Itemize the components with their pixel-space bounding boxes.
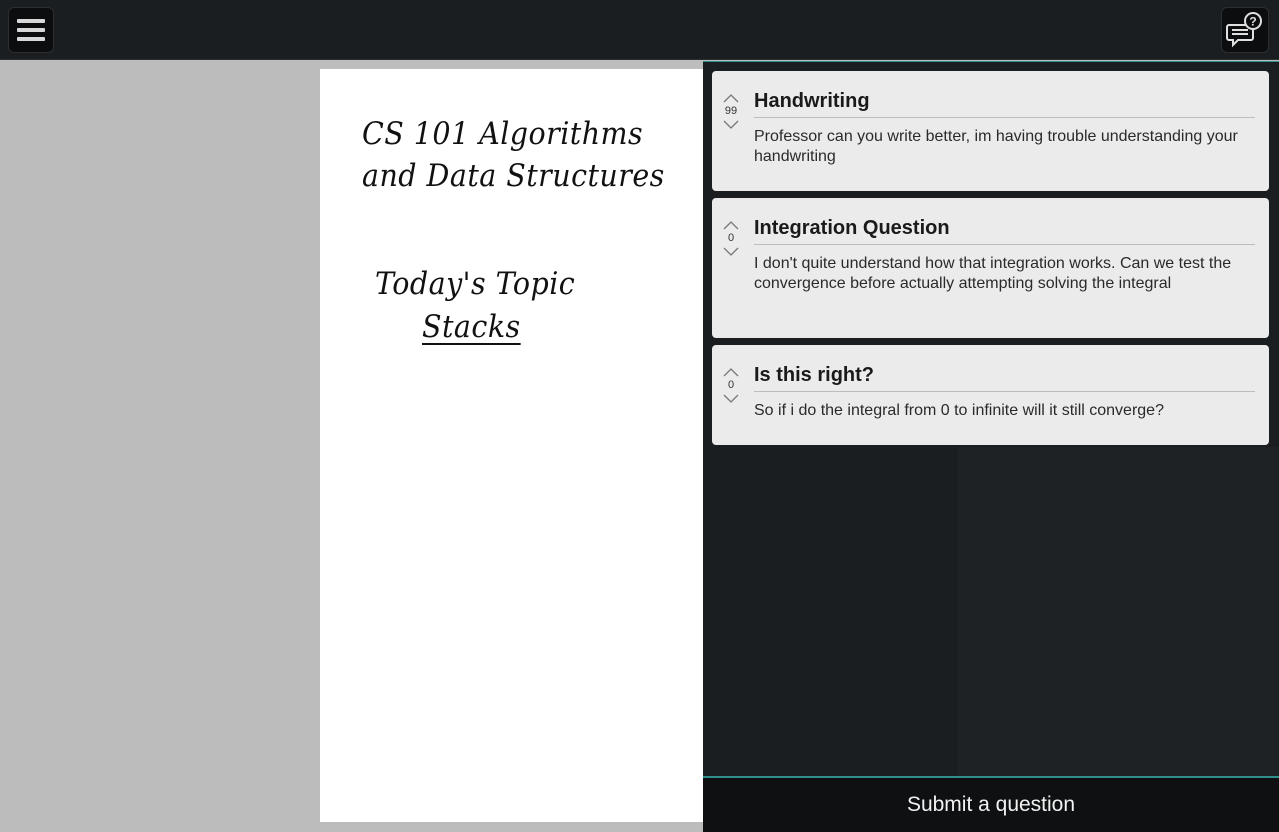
canvas-bottom-strip [320, 822, 703, 832]
question-title: Is this right? [754, 361, 1255, 392]
upvote-arrow-icon[interactable] [723, 367, 739, 377]
vote-count: 0 [727, 379, 735, 391]
submit-question-button[interactable]: Submit a question [703, 776, 1279, 832]
vote-count: 0 [727, 232, 735, 244]
slide-canvas[interactable]: CS 101 Algorithms and Data Structures To… [320, 69, 703, 822]
svg-text:?: ? [1249, 15, 1256, 29]
questions-toggle-button[interactable]: ? [1221, 7, 1269, 53]
question-body: So if i do the integral from 0 to infini… [754, 402, 1164, 419]
vote-count: 99 [724, 105, 738, 117]
question-title: Integration Question [754, 214, 1255, 245]
vote-controls: 0 [722, 220, 740, 257]
slide-title: CS 101 Algorithms and Data Structures [362, 116, 665, 194]
question-chat-icon: ? [1226, 12, 1262, 48]
menu-button[interactable] [8, 7, 54, 53]
top-toolbar: ? [0, 0, 1279, 60]
canvas-background [0, 61, 320, 832]
question-body: Professor can you write better, im havin… [754, 128, 1238, 165]
question-card: 0 Is this right? So if i do the integral… [712, 345, 1269, 445]
slide-topic-label: Today's Topic [375, 266, 576, 302]
downvote-arrow-icon[interactable] [723, 394, 739, 404]
downvote-arrow-icon[interactable] [723, 247, 739, 257]
downvote-arrow-icon[interactable] [723, 120, 739, 130]
vote-controls: 99 [722, 93, 740, 130]
upvote-arrow-icon[interactable] [723, 93, 739, 103]
question-card: 0 Integration Question I don't quite und… [712, 198, 1269, 338]
hamburger-menu-icon [17, 19, 45, 23]
question-title: Handwriting [754, 87, 1255, 118]
vote-controls: 0 [722, 367, 740, 404]
question-body: I don't quite understand how that integr… [754, 255, 1232, 292]
question-card: 99 Handwriting Professor can you write b… [712, 71, 1269, 191]
questions-panel: 99 Handwriting Professor can you write b… [703, 61, 1279, 832]
upvote-arrow-icon[interactable] [723, 220, 739, 230]
slide-topic-value: Stacks [422, 309, 521, 345]
